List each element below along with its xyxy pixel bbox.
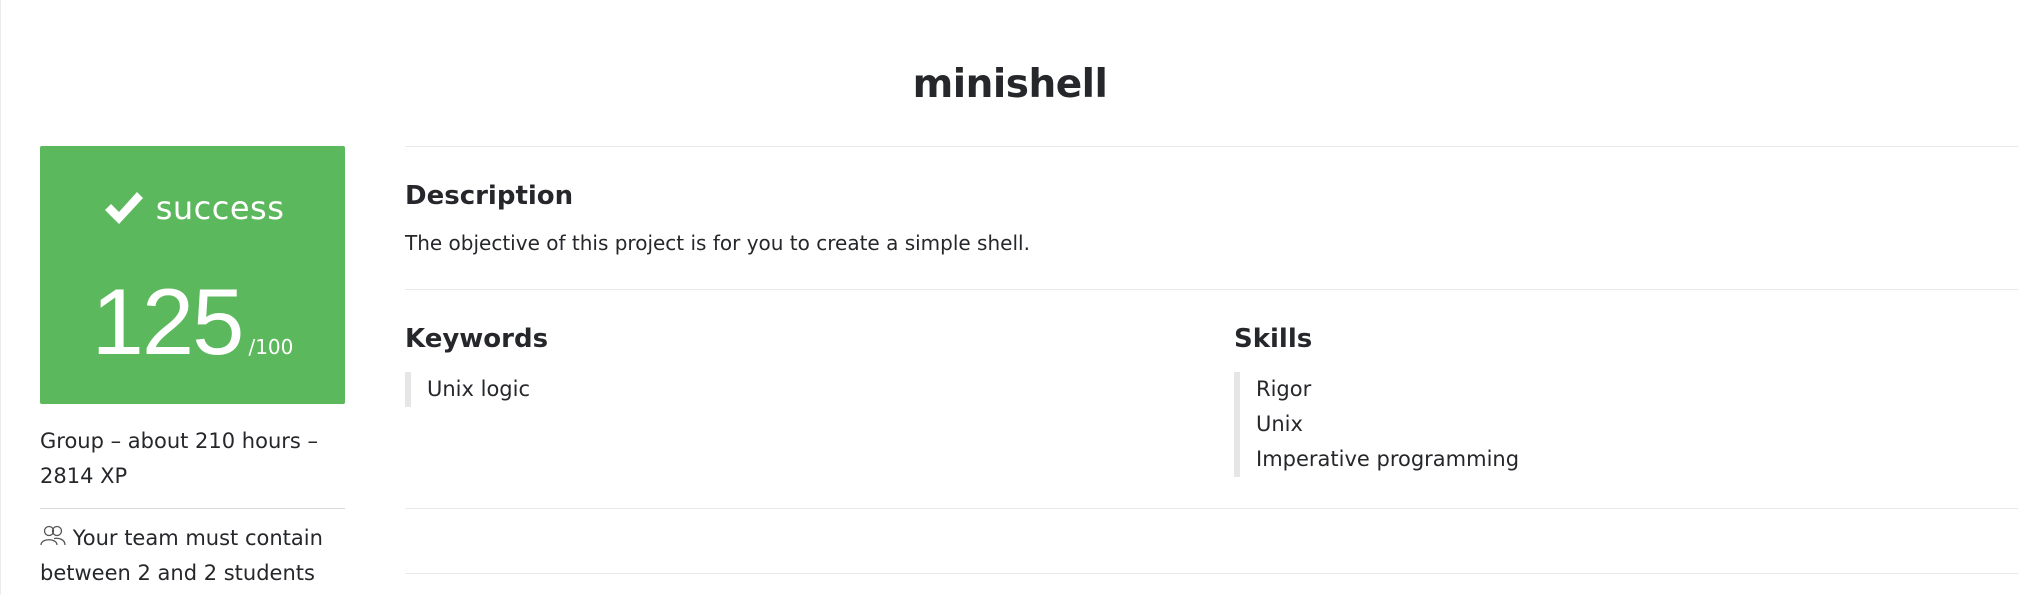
description-heading: Description (405, 181, 574, 211)
skill-item: Rigor (1256, 377, 1312, 401)
status-label: success (155, 189, 285, 227)
team-text: Your team must contain between 2 and 2 s… (40, 526, 323, 585)
description-text: The objective of this project is for you… (405, 231, 1030, 255)
score-value: 125 (91, 269, 245, 374)
check-icon (104, 192, 143, 224)
status-badge: success 125/100 (40, 146, 345, 404)
skills-section: Skills Rigor Unix Imperative programming (1234, 324, 1519, 477)
skills-list: Rigor Unix Imperative programming (1234, 372, 1519, 477)
divider (405, 573, 2018, 574)
status-row: success (40, 186, 345, 230)
keyword-item: Unix logic (427, 377, 531, 401)
description-section: Description The objective of this projec… (405, 147, 2018, 255)
keywords-skills-row: Keywords Unix logic Skills Rigor Unix Im… (405, 290, 2018, 508)
keywords-heading: Keywords (405, 324, 549, 354)
page-title: minishell (912, 62, 1108, 107)
users-icon (40, 525, 66, 546)
skill-item: Imperative programming (1256, 447, 1520, 471)
keywords-section: Keywords Unix logic (405, 324, 548, 407)
project-meta: Group – about 210 hours – 2814 XP (40, 429, 319, 488)
skills-heading: Skills (1234, 324, 1313, 354)
team-requirement: Your team must contain between 2 and 2 s… (40, 521, 345, 591)
keywords-list: Unix logic (405, 372, 548, 407)
project-sidebar: success 125/100 Group – about 210 hours … (40, 146, 345, 591)
score-max: /100 (248, 335, 294, 359)
project-page: minishell success 125/100 Group – about … (0, 0, 2018, 595)
project-main: Description The objective of this projec… (405, 146, 2018, 574)
skill-item: Unix (1256, 412, 1303, 436)
score-row: 125/100 (40, 268, 345, 376)
divider (405, 508, 2018, 509)
divider (40, 508, 345, 509)
